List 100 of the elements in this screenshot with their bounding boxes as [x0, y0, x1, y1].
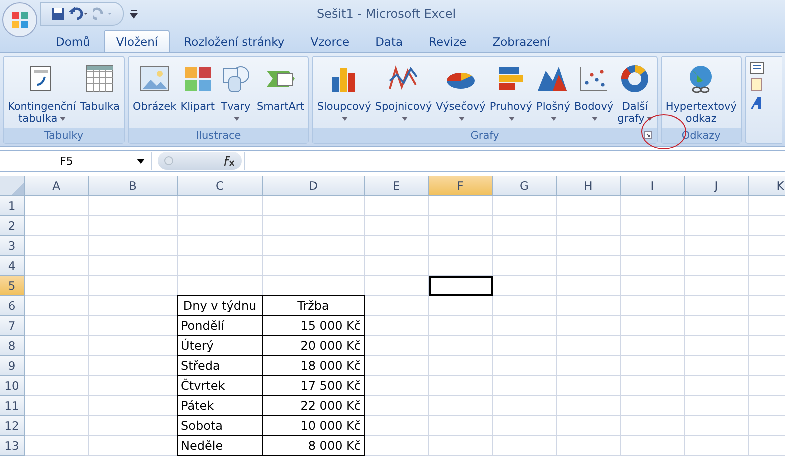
- row-header[interactable]: 4: [0, 256, 25, 276]
- ribbon-button[interactable]: Pruhový: [488, 59, 534, 128]
- ribbon-button[interactable]: Výsečový: [434, 59, 488, 128]
- grid-cell[interactable]: [557, 356, 621, 376]
- ribbon-button[interactable]: Kontingenční tabulka: [6, 59, 78, 128]
- grid-cell[interactable]: [89, 256, 178, 276]
- grid-cell[interactable]: [25, 396, 89, 416]
- grid-cell[interactable]: [178, 236, 263, 256]
- grid-cell[interactable]: [493, 296, 557, 316]
- grid-cell[interactable]: [178, 216, 263, 236]
- save-icon[interactable]: [51, 7, 65, 21]
- grid-cell[interactable]: [429, 376, 493, 396]
- ribbon-tab[interactable]: Vzorce: [298, 30, 362, 52]
- column-header[interactable]: B: [89, 176, 178, 196]
- grid-cell[interactable]: [365, 256, 429, 276]
- grid-cell[interactable]: [25, 416, 89, 436]
- column-header[interactable]: D: [263, 176, 365, 196]
- grid-cell[interactable]: [429, 236, 493, 256]
- grid-cell[interactable]: [685, 416, 749, 436]
- grid-cell[interactable]: [621, 396, 685, 416]
- grid-cell[interactable]: [25, 376, 89, 396]
- grid-cell[interactable]: [685, 276, 749, 296]
- document-icon[interactable]: [750, 78, 764, 92]
- grid-cell[interactable]: [685, 376, 749, 396]
- grid-cell[interactable]: [557, 296, 621, 316]
- ribbon-tab[interactable]: Rozložení stránky: [172, 30, 297, 52]
- grid-cell[interactable]: [429, 316, 493, 336]
- grid-cell[interactable]: [429, 216, 493, 236]
- grid-cell[interactable]: [557, 316, 621, 336]
- ribbon-button[interactable]: Další grafy: [616, 59, 655, 128]
- grid-cell[interactable]: [493, 396, 557, 416]
- row-header[interactable]: 3: [0, 236, 25, 256]
- column-header[interactable]: A: [25, 176, 89, 196]
- grid-cell[interactable]: [493, 356, 557, 376]
- grid-cell[interactable]: [557, 336, 621, 356]
- grid-cell[interactable]: [557, 396, 621, 416]
- grid-cell[interactable]: [89, 276, 178, 296]
- cancel-icon[interactable]: [164, 156, 174, 166]
- row-header[interactable]: 1: [0, 196, 25, 216]
- grid-cell[interactable]: [557, 216, 621, 236]
- grid-cell[interactable]: [178, 196, 263, 216]
- grid-cell[interactable]: [365, 216, 429, 236]
- grid-cell[interactable]: [365, 296, 429, 316]
- row-header[interactable]: 11: [0, 396, 25, 416]
- ribbon-button[interactable]: Plošný: [534, 59, 572, 128]
- grid-cell[interactable]: [429, 356, 493, 376]
- grid-cell[interactable]: [493, 276, 557, 296]
- column-header[interactable]: H: [557, 176, 621, 196]
- undo-icon[interactable]: [69, 7, 89, 21]
- grid-cell[interactable]: [621, 436, 685, 456]
- row-header[interactable]: 13: [0, 436, 25, 456]
- column-header[interactable]: J: [685, 176, 749, 196]
- grid-cell[interactable]: [621, 216, 685, 236]
- row-header[interactable]: 9: [0, 356, 25, 376]
- grid-cell[interactable]: [685, 196, 749, 216]
- grid-cell[interactable]: [557, 376, 621, 396]
- grid-cell[interactable]: [685, 336, 749, 356]
- grid-cell[interactable]: [263, 236, 365, 256]
- row-header[interactable]: 7: [0, 316, 25, 336]
- grid-cell[interactable]: [621, 256, 685, 276]
- column-header[interactable]: F: [429, 176, 493, 196]
- column-header[interactable]: I: [621, 176, 685, 196]
- table-cell[interactable]: Dny v týdnu: [177, 295, 263, 316]
- grid-cell[interactable]: [365, 396, 429, 416]
- dialog-launcher-icon[interactable]: [644, 131, 652, 139]
- grid-cell[interactable]: [621, 416, 685, 436]
- grid-cell[interactable]: [365, 436, 429, 456]
- ribbon-button[interactable]: Klipart: [178, 59, 217, 128]
- table-cell[interactable]: Neděle: [177, 435, 263, 456]
- ribbon-button[interactable]: Sloupcový: [315, 59, 374, 128]
- grid-cell[interactable]: [493, 336, 557, 356]
- grid-cell[interactable]: [621, 316, 685, 336]
- ribbon-button[interactable]: Spojnicový: [373, 59, 434, 128]
- grid-cell[interactable]: [25, 436, 89, 456]
- ribbon-tab[interactable]: Domů: [44, 30, 102, 52]
- grid-cell[interactable]: [493, 216, 557, 236]
- grid-cell[interactable]: [621, 296, 685, 316]
- grid-cell[interactable]: [25, 336, 89, 356]
- grid-cell[interactable]: [685, 256, 749, 276]
- grid-cell[interactable]: [685, 436, 749, 456]
- grid-cell[interactable]: [365, 276, 429, 296]
- ribbon-button[interactable]: Hypertextový odkaz: [664, 59, 739, 128]
- column-header[interactable]: C: [178, 176, 263, 196]
- grid-cell[interactable]: [263, 216, 365, 236]
- row-header[interactable]: 8: [0, 336, 25, 356]
- grid-cell[interactable]: [493, 196, 557, 216]
- grid-cell[interactable]: [493, 376, 557, 396]
- row-header[interactable]: 10: [0, 376, 25, 396]
- grid-cell[interactable]: [365, 336, 429, 356]
- grid-cell[interactable]: [365, 376, 429, 396]
- ribbon-button[interactable]: SmartArt: [254, 59, 306, 128]
- grid-cell[interactable]: [557, 256, 621, 276]
- ribbon-button[interactable]: Bodový: [572, 59, 616, 128]
- selected-cell[interactable]: [429, 276, 493, 296]
- grid-cell[interactable]: [429, 256, 493, 276]
- grid-cell[interactable]: [429, 296, 493, 316]
- column-header[interactable]: K: [749, 176, 785, 196]
- grid-cell[interactable]: [621, 276, 685, 296]
- grid-cell[interactable]: [685, 236, 749, 256]
- grid-cell[interactable]: [685, 216, 749, 236]
